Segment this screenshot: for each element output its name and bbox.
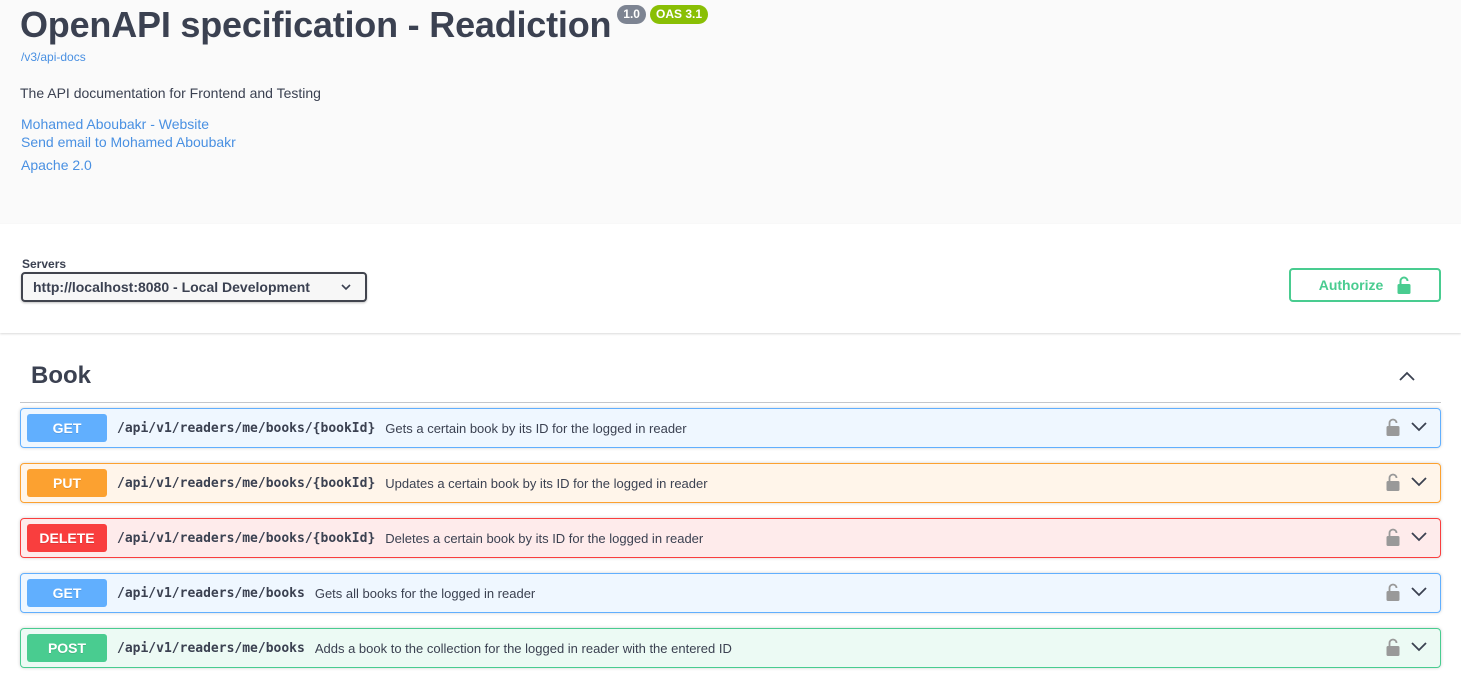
authorize-label: Authorize xyxy=(1318,277,1384,293)
operation-row[interactable]: POST /api/v1/readers/me/books Adds a boo… xyxy=(20,628,1441,668)
contact-email-link[interactable]: Send email to Mohamed Aboubakr xyxy=(21,134,236,150)
authorize-button[interactable]: Authorize xyxy=(1289,268,1441,302)
operation-summary: Gets all books for the logged in reader xyxy=(314,585,536,601)
chevron-down-icon xyxy=(341,284,351,291)
oas-version-badge: OAS 3.1 xyxy=(649,5,709,24)
operation-path: /api/v1/readers/me/books/{bookId} xyxy=(117,475,376,491)
spec-url-link[interactable]: /v3/api-docs xyxy=(21,50,86,64)
method-badge: POST xyxy=(27,634,107,662)
lock-icon[interactable] xyxy=(1386,473,1400,491)
chevron-down-icon[interactable] xyxy=(1410,585,1428,599)
server-select[interactable]: http://localhost:8080 - Local Developmen… xyxy=(21,272,367,302)
api-description: The API documentation for Frontend and T… xyxy=(20,85,321,101)
operation-row[interactable]: PUT /api/v1/readers/me/books/{bookId} Up… xyxy=(20,463,1441,503)
lock-icon[interactable] xyxy=(1386,638,1400,656)
tag-header[interactable]: Book xyxy=(20,350,1441,403)
operation-summary: Updates a certain book by its ID for the… xyxy=(385,475,708,491)
operation-summary: Gets a certain book by its ID for the lo… xyxy=(385,420,687,436)
operation-path: /api/v1/readers/me/books xyxy=(117,585,305,601)
tag-section-book: Book GET /api/v1/readers/me/books/{bookI… xyxy=(20,350,1441,668)
operation-summary: Adds a book to the collection for the lo… xyxy=(314,640,732,656)
operation-row[interactable]: GET /api/v1/readers/me/books/{bookId} Ge… xyxy=(20,408,1441,448)
chevron-down-icon[interactable] xyxy=(1410,640,1428,654)
schemes-container: Servers http://localhost:8080 - Local De… xyxy=(0,224,1461,333)
chevron-up-icon[interactable] xyxy=(1397,366,1417,386)
operation-row[interactable]: GET /api/v1/readers/me/books Gets all bo… xyxy=(20,573,1441,613)
page-title: OpenAPI specification - Readiction xyxy=(20,4,612,45)
unlocked-icon xyxy=(1397,276,1411,294)
chevron-down-icon[interactable] xyxy=(1410,475,1428,489)
lock-icon[interactable] xyxy=(1386,418,1400,436)
method-badge: GET xyxy=(27,414,107,442)
chevron-down-icon[interactable] xyxy=(1410,420,1428,434)
method-badge: PUT xyxy=(27,469,107,497)
lock-icon[interactable] xyxy=(1386,528,1400,546)
operation-path: /api/v1/readers/me/books/{bookId} xyxy=(117,420,376,436)
contact-website-link[interactable]: Mohamed Aboubakr - Website xyxy=(21,116,209,132)
license-link[interactable]: Apache 2.0 xyxy=(21,157,92,173)
servers-label: Servers xyxy=(22,257,67,271)
version-badge: 1.0 xyxy=(617,5,646,24)
api-info-section: OpenAPI specification - Readiction 1.0 O… xyxy=(0,0,1461,224)
operation-row[interactable]: DELETE /api/v1/readers/me/books/{bookId}… xyxy=(20,518,1441,558)
chevron-down-icon[interactable] xyxy=(1410,530,1428,544)
tag-name: Book xyxy=(31,362,91,389)
operation-summary: Deletes a certain book by its ID for the… xyxy=(385,530,704,546)
operation-path: /api/v1/readers/me/books/{bookId} xyxy=(117,530,376,546)
server-select-value: http://localhost:8080 - Local Developmen… xyxy=(33,279,310,295)
operation-path: /api/v1/readers/me/books xyxy=(117,640,305,656)
lock-icon[interactable] xyxy=(1386,583,1400,601)
method-badge: GET xyxy=(27,579,107,607)
method-badge: DELETE xyxy=(27,524,107,552)
title-row: OpenAPI specification - Readiction 1.0 O… xyxy=(20,4,709,46)
